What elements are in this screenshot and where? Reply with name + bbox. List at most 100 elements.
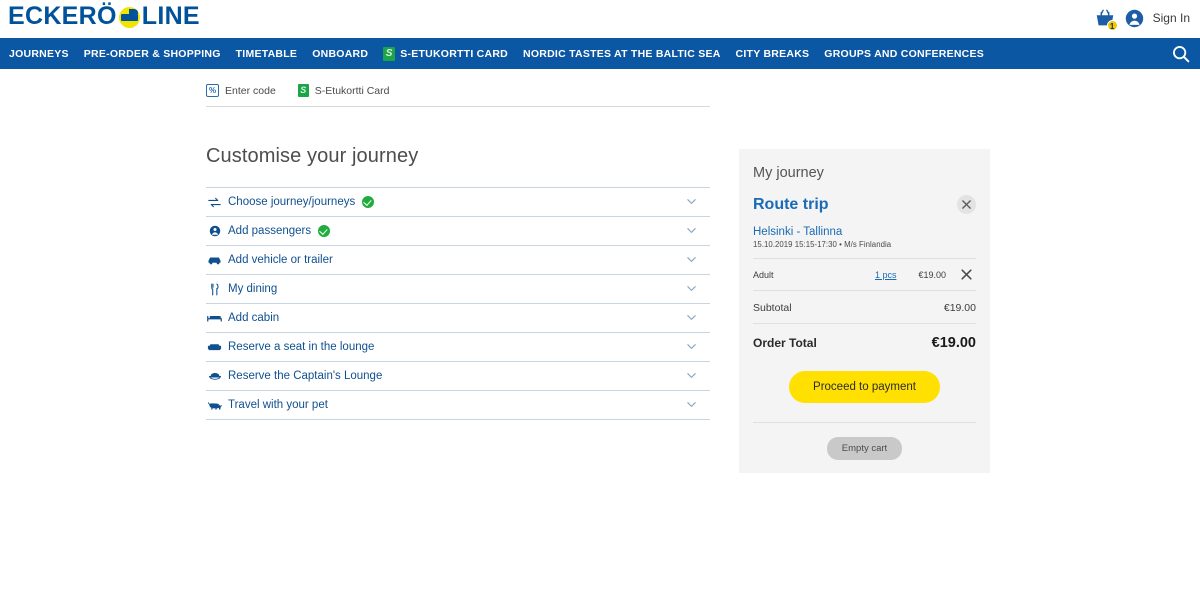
nav-label: ONBOARD [312, 47, 369, 60]
search-button[interactable] [1170, 43, 1192, 65]
nav-item-list: JOURNEYS PRE-ORDER & SHOPPING TIMETABLE … [9, 46, 984, 61]
accordion-label: My dining [228, 283, 278, 295]
chevron-down-icon[interactable] [685, 282, 698, 295]
page-title: Customise your journey [206, 145, 710, 188]
close-icon [961, 269, 972, 280]
passenger-quantity-link[interactable]: 1 pcs [875, 270, 897, 280]
bed-icon [206, 313, 223, 323]
cutlery-icon [206, 283, 223, 296]
nav-label: S-ETUKORTTI CARD [400, 47, 509, 60]
completed-check-icon [362, 196, 375, 208]
subtotal-value: €19.00 [943, 302, 976, 314]
empty-cart-container: Empty cart [753, 437, 976, 460]
trip-details: 15.10.2019 15:15-17:30 • M/s Finlandia [753, 240, 892, 249]
my-journey-panel: My journey Route trip Helsinki - Tallinn… [739, 149, 990, 473]
nav-item-groups-conferences[interactable]: GROUPS AND CONFERENCES [824, 48, 984, 60]
subtotal-label: Subtotal [753, 302, 792, 314]
nav-label: TIMETABLE [235, 47, 298, 60]
route-trip-label: Route trip [753, 195, 829, 213]
nav-item-onboard[interactable]: ONBOARD [312, 48, 368, 60]
accordion-add-cabin[interactable]: Add cabin [206, 304, 710, 333]
user-avatar-icon [1125, 9, 1143, 27]
s-card-icon [383, 46, 396, 61]
sofa-icon [206, 342, 223, 352]
logo-text-right: LINE [141, 2, 200, 30]
nav-item-nordic-tastes[interactable]: NORDIC TASTES AT THE BALTIC SEA [523, 48, 721, 60]
chevron-down-icon[interactable] [685, 253, 698, 266]
chevron-down-icon[interactable] [685, 369, 698, 382]
chevron-down-icon[interactable] [685, 398, 698, 411]
nav-item-city-breaks[interactable]: CITY BREAKS [736, 48, 810, 60]
customise-journey-column: % Enter code S-Etukortti Card Customise … [206, 84, 710, 420]
panel-divider [753, 422, 976, 423]
enter-code-button[interactable]: % Enter code [206, 84, 276, 97]
accordion-label: Add passengers [228, 225, 312, 237]
nav-label: NORDIC TASTES AT THE BALTIC SEA [523, 47, 721, 60]
accordion-label: Travel with your pet [228, 399, 328, 411]
passenger-type: Adult [753, 269, 774, 280]
trip-route-link[interactable]: Helsinki - Tallinna [753, 226, 976, 238]
s-etukortti-card-button[interactable]: S-Etukortti Card [297, 84, 390, 97]
passenger-row: Adult 1 pcs €19.00 [753, 258, 976, 291]
cart-button[interactable]: 1 [1094, 7, 1118, 31]
accordion-my-dining[interactable]: My dining [206, 275, 710, 304]
chevron-down-icon[interactable] [685, 224, 698, 237]
empty-cart-button[interactable]: Empty cart [826, 437, 903, 460]
proceed-button-container: Proceed to payment [753, 371, 976, 403]
s-card-icon [297, 84, 309, 97]
code-bar: % Enter code S-Etukortti Card [206, 84, 710, 107]
accordion-label: Reserve the Captain's Lounge [228, 370, 383, 382]
logo-circle-icon [118, 7, 140, 28]
nav-label: GROUPS AND CONFERENCES [824, 47, 984, 60]
dog-icon [206, 400, 223, 411]
captain-hat-icon [206, 371, 223, 381]
person-icon [206, 225, 223, 237]
page-body: % Enter code S-Etukortti Card Customise … [0, 69, 1200, 591]
nav-item-journeys[interactable]: JOURNEYS [9, 48, 69, 60]
accordion-reserve-captains-lounge[interactable]: Reserve the Captain's Lounge [206, 362, 710, 391]
passenger-price: €19.00 [918, 269, 946, 280]
chevron-down-icon[interactable] [685, 340, 698, 353]
cart-count-badge: 1 [1106, 20, 1118, 31]
accordion-add-passengers[interactable]: Add passengers [206, 217, 710, 246]
top-bar: ECKERÖ LINE 1 Sign In [0, 0, 1200, 38]
completed-check-icon [318, 225, 331, 237]
chevron-down-icon[interactable] [685, 195, 698, 208]
accordion-travel-with-pet[interactable]: Travel with your pet [206, 391, 710, 420]
remove-route-trip-button[interactable] [957, 195, 976, 214]
sign-in-link[interactable]: Sign In [1153, 11, 1190, 25]
nav-item-timetable[interactable]: TIMETABLE [236, 48, 298, 60]
exchange-arrows-icon [206, 197, 223, 208]
accordion-choose-journey[interactable]: Choose journey/journeys [206, 188, 710, 217]
chevron-down-icon[interactable] [685, 311, 698, 324]
nav-label: JOURNEYS [9, 47, 69, 60]
main-navigation: JOURNEYS PRE-ORDER & SHOPPING TIMETABLE … [0, 38, 1200, 69]
search-icon [1173, 45, 1190, 62]
s-card-label: S-Etukortti Card [314, 84, 390, 97]
nav-item-pre-order-shopping[interactable]: PRE-ORDER & SHOPPING [84, 48, 221, 60]
percent-icon: % [206, 84, 219, 97]
remove-passenger-button[interactable] [957, 265, 976, 284]
proceed-to-payment-button[interactable]: Proceed to payment [789, 371, 940, 403]
accordion-label: Add cabin [228, 312, 280, 324]
accordion-add-vehicle[interactable]: Add vehicle or trailer [206, 246, 710, 275]
accordion-label: Add vehicle or trailer [228, 254, 333, 266]
accordion-label: Choose journey/journeys [228, 196, 356, 208]
nav-label: CITY BREAKS [735, 47, 810, 60]
subtotal-row: Subtotal €19.00 [753, 291, 976, 324]
close-icon [962, 200, 971, 209]
logo-text-left: ECKERÖ [8, 2, 117, 30]
enter-code-label: Enter code [225, 84, 276, 97]
site-logo[interactable]: ECKERÖ LINE [8, 4, 200, 29]
nav-item-s-etukortti-card[interactable]: S-ETUKORTTI CARD [383, 46, 509, 61]
top-bar-actions: 1 Sign In [1094, 7, 1190, 31]
order-total-row: Order Total €19.00 [753, 324, 976, 351]
order-total-value: €19.00 [931, 335, 976, 351]
user-account-button[interactable] [1125, 9, 1144, 28]
accordion-reserve-lounge-seat[interactable]: Reserve a seat in the lounge [206, 333, 710, 362]
route-trip-header: Route trip [753, 195, 976, 214]
panel-title: My journey [753, 165, 824, 181]
nav-label: PRE-ORDER & SHOPPING [83, 47, 221, 60]
order-total-label: Order Total [753, 336, 817, 350]
accordion-label: Reserve a seat in the lounge [228, 341, 375, 353]
